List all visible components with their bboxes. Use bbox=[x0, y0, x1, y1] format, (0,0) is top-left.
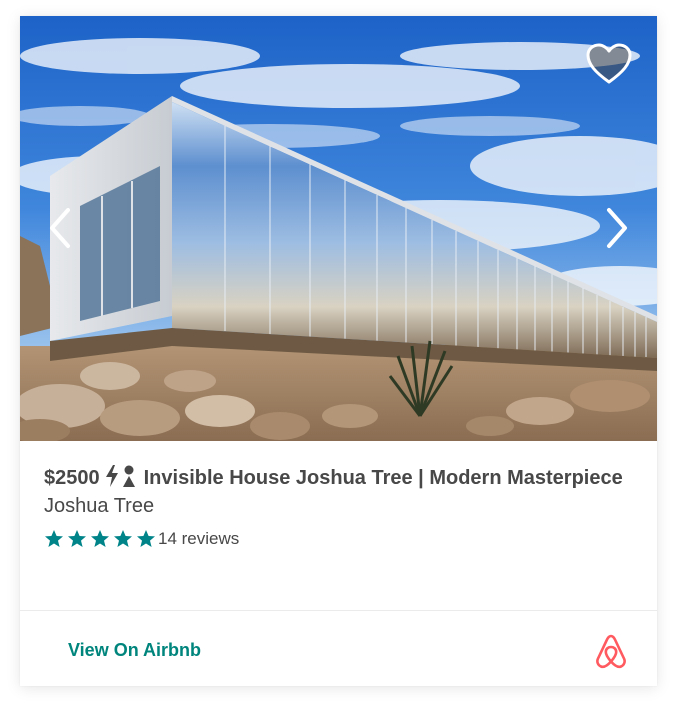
chevron-right-icon[interactable] bbox=[601, 206, 631, 250]
listing-heading: $2500 Invisible House Joshua Tree | Mode… bbox=[44, 464, 634, 493]
card-divider bbox=[20, 610, 657, 611]
star-icon bbox=[68, 530, 86, 547]
star-icon bbox=[137, 530, 155, 547]
favorite-heart-icon[interactable] bbox=[585, 42, 633, 86]
star-rating bbox=[44, 529, 156, 549]
airbnb-logo-icon bbox=[596, 634, 626, 669]
instant-book-icon bbox=[105, 465, 135, 487]
listing-image bbox=[20, 16, 657, 441]
chevron-left-icon[interactable] bbox=[46, 206, 76, 250]
star-icon bbox=[45, 530, 63, 547]
listing-location: Joshua Tree bbox=[44, 495, 155, 517]
listing-title: Invisible House Joshua Tree | Modern Mas… bbox=[143, 467, 623, 489]
listing-card: $2500 Invisible House Joshua Tree | Mode… bbox=[20, 16, 657, 686]
listing-rating: 14 reviews bbox=[44, 527, 634, 551]
listing-photo[interactable] bbox=[20, 16, 657, 441]
review-count: 14 reviews bbox=[158, 529, 240, 548]
view-on-airbnb-link[interactable]: View On Airbnb bbox=[68, 640, 201, 661]
listing-info: $2500 Invisible House Joshua Tree | Mode… bbox=[44, 464, 634, 551]
listing-price: $2500 bbox=[44, 467, 100, 489]
star-icon bbox=[91, 530, 109, 547]
star-icon bbox=[114, 530, 132, 547]
